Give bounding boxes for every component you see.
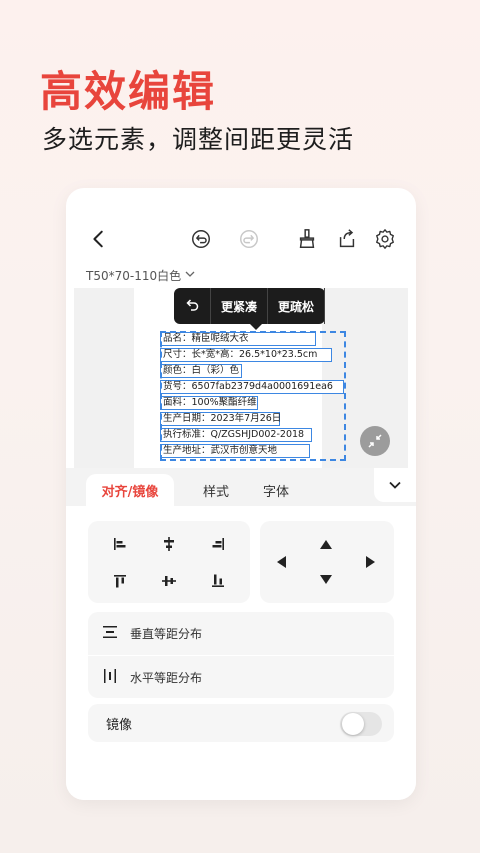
phone-card: T50*70-110白色 品名：精臣呢绒大衣 尺寸：长*宽*高：26.5*10*… <box>66 188 416 800</box>
popover-arrow <box>250 324 262 330</box>
mirror-toggle[interactable] <box>340 712 382 736</box>
popover-undo[interactable] <box>174 288 211 324</box>
tab-font[interactable]: 字体 <box>250 474 302 506</box>
distribute-horizontal-row[interactable]: 水平等距分布 <box>88 655 394 698</box>
looser-button[interactable]: 更疏松 <box>268 288 326 324</box>
tab-style[interactable]: 样式 <box>190 474 242 506</box>
gear-icon[interactable] <box>372 226 398 252</box>
selection-box <box>160 331 346 461</box>
chevron-down-icon <box>185 268 195 282</box>
share-icon[interactable] <box>334 226 360 252</box>
tab-bar: 对齐/镜像 样式 字体 <box>66 468 416 506</box>
nudge-pad <box>260 521 394 603</box>
distribute-vertical-icon <box>102 624 118 643</box>
align-group <box>88 521 250 603</box>
mirror-row: 镜像 <box>88 704 394 742</box>
nudge-down-icon[interactable] <box>316 569 336 589</box>
align-left-icon[interactable] <box>108 532 132 556</box>
label-canvas[interactable]: 品名：精臣呢绒大衣 尺寸：长*宽*高：26.5*10*23.5cm 颜色：白（彩… <box>74 288 408 468</box>
align-top-icon[interactable] <box>108 569 132 593</box>
nudge-up-icon[interactable] <box>316 535 336 555</box>
redo-icon[interactable] <box>236 226 262 252</box>
spacing-popover: 更紧凑 更疏松 <box>174 288 326 330</box>
template-selector[interactable]: T50*70-110白色 <box>86 265 195 285</box>
tool-panel: 垂直等距分布 水平等距分布 镜像 <box>66 506 416 800</box>
mirror-label: 镜像 <box>106 717 133 733</box>
distribute-vertical-row[interactable]: 垂直等距分布 <box>88 612 394 655</box>
undo-icon[interactable] <box>188 226 214 252</box>
nudge-left-icon[interactable] <box>272 552 292 572</box>
distribute-vertical-label: 垂直等距分布 <box>130 627 203 641</box>
align-bottom-icon[interactable] <box>206 569 230 593</box>
editor-toolbar <box>66 218 416 260</box>
tab-align-mirror[interactable]: 对齐/镜像 <box>86 474 174 506</box>
distribute-group: 垂直等距分布 水平等距分布 <box>88 612 394 698</box>
tighter-button[interactable]: 更紧凑 <box>211 288 269 324</box>
distribute-horizontal-label: 水平等距分布 <box>130 670 203 685</box>
back-arrow-icon[interactable] <box>86 226 112 252</box>
align-right-icon[interactable] <box>206 532 230 556</box>
collapse-icon[interactable] <box>360 426 390 456</box>
undo-icon <box>184 297 200 316</box>
template-name: T50*70-110白色 <box>86 268 182 283</box>
nudge-right-icon[interactable] <box>360 552 380 572</box>
brush-icon[interactable] <box>294 226 320 252</box>
toggle-knob <box>342 713 364 735</box>
subheadline: 多选元素，调整间距更灵活 <box>42 125 355 154</box>
align-center-horizontal-icon[interactable] <box>157 532 181 556</box>
align-center-vertical-icon[interactable] <box>157 569 181 593</box>
headline: 高效编辑 <box>40 67 217 116</box>
chevron-down-icon[interactable] <box>374 468 416 502</box>
distribute-horizontal-icon <box>102 668 118 687</box>
